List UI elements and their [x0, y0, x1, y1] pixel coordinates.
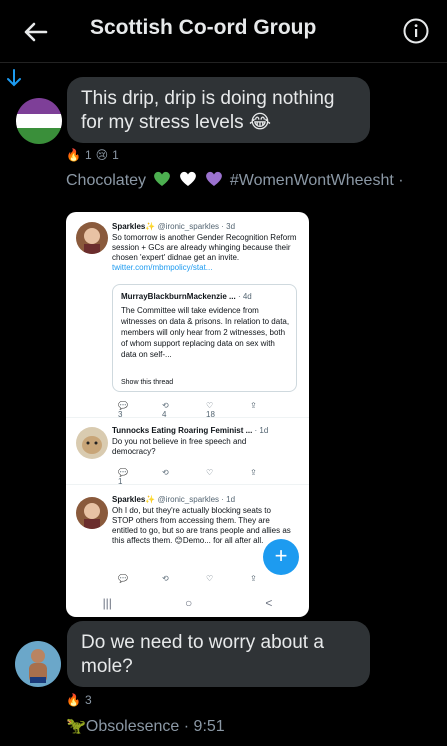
reaction-count: 1	[84, 148, 92, 162]
info-icon[interactable]	[403, 18, 429, 44]
tweet-text: So tomorrow is another Gender Recognitio…	[112, 233, 297, 272]
divider	[66, 417, 309, 418]
message-time: · 9:51	[183, 718, 225, 735]
reaction-count: 3	[84, 693, 92, 707]
arrow-left-icon[interactable]	[18, 14, 54, 50]
sender-suffix: #WomenWontWheesht ·	[229, 172, 404, 189]
green-heart-icon	[153, 171, 170, 186]
fire-icon: 🔥	[66, 148, 81, 162]
avatar[interactable]	[15, 641, 61, 687]
tweet-header: Tunnocks Eating Roaring Feminist ... · 1…	[112, 426, 269, 435]
top-bar: Scottish Co-ord Group	[0, 0, 447, 62]
back-nav-icon: <	[265, 595, 273, 610]
tweet-actions: 💬 ⟲ ♡ ⇪	[118, 574, 294, 583]
attached-image[interactable]: Sparkles✨ @ironic_sparkles · 3d So tomor…	[66, 212, 309, 617]
avatar	[76, 497, 108, 529]
quoted-tweet: MurrayBlackburnMackenzie ... · 4d The Co…	[112, 284, 297, 392]
message-bubble[interactable]: Do we need to worry about a mole?	[67, 621, 370, 687]
home-icon: ○	[185, 595, 193, 610]
arrow-down-icon	[7, 69, 21, 87]
conversation-title[interactable]: Scottish Co-ord Group	[90, 16, 316, 40]
message-text: Do we need to worry about a mole?	[81, 632, 324, 677]
tweet-header: Sparkles✨ @ironic_sparkles · 3d	[112, 222, 236, 231]
message-text: This drip, drip is doing nothing for my …	[81, 88, 335, 133]
sender-name[interactable]: Chocolatey	[66, 172, 146, 189]
show-thread-link: Show this thread	[121, 379, 174, 386]
tweet-text: Oh I do, but they're actually blocking s…	[112, 506, 291, 545]
reply-icon: 💬	[118, 574, 128, 583]
crying-face-icon: 😢	[95, 148, 109, 162]
quote-text: The Committee will take evidence from wi…	[121, 306, 290, 359]
sender-line: Chocolatey #WomenWontWheesht ·	[66, 171, 404, 190]
fire-icon: 🔥	[66, 693, 81, 707]
white-heart-icon	[180, 171, 196, 186]
android-nav-bar: ||| ○ <	[66, 588, 309, 617]
sender-name[interactable]: 🦖Obsolesence	[66, 718, 179, 735]
sender-line: 🦖Obsolesence · 9:51	[66, 716, 225, 736]
purple-heart-icon	[206, 171, 223, 186]
header-divider	[0, 62, 447, 63]
tweet-text: Do you not believe in free speech and de…	[112, 437, 247, 456]
avatar	[76, 222, 108, 254]
share-icon: ⇪	[250, 574, 257, 583]
divider	[66, 484, 309, 485]
quote-author: MurrayBlackburnMackenzie ...	[121, 292, 236, 301]
avatar	[76, 427, 108, 459]
avatar[interactable]	[16, 98, 62, 144]
like-icon: ♡	[206, 574, 214, 583]
message-bubble[interactable]: This drip, drip is doing nothing for my …	[67, 77, 370, 143]
tweet-header: Sparkles✨ @ironic_sparkles · 1d	[112, 495, 236, 504]
reaction-count: 1	[112, 148, 119, 162]
recents-icon: |||	[102, 595, 112, 610]
reactions[interactable]: 🔥 3	[66, 693, 92, 707]
retweet-icon: ⟲	[162, 574, 169, 583]
compose-button: +	[263, 539, 299, 575]
reactions[interactable]: 🔥 1 😢 1	[66, 148, 119, 162]
quote-time: · 4d	[237, 292, 252, 301]
